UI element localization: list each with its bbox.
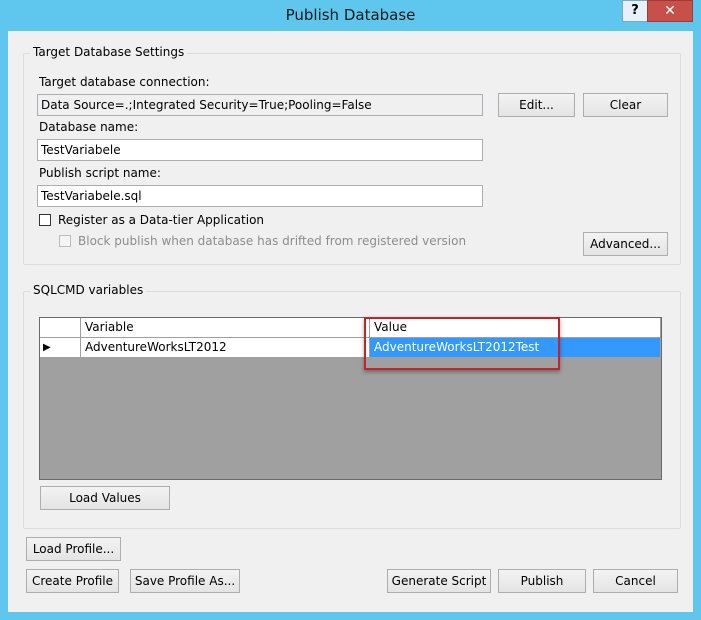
- cancel-button[interactable]: Cancel: [593, 569, 678, 593]
- grid-corner-header: [40, 318, 81, 338]
- close-button[interactable]: ✕: [647, 0, 693, 22]
- save-profile-as-button[interactable]: Save Profile As...: [130, 569, 240, 593]
- help-button[interactable]: ?: [622, 0, 648, 22]
- load-profile-button[interactable]: Load Profile...: [26, 537, 121, 561]
- row-selector[interactable]: ▶: [40, 338, 81, 358]
- connection-label: Target database connection:: [39, 75, 210, 89]
- register-checkbox[interactable]: [39, 214, 51, 226]
- block-publish-checkbox: [59, 235, 71, 247]
- block-publish-label: Block publish when database has drifted …: [78, 234, 467, 248]
- target-settings-title: Target Database Settings: [30, 45, 188, 59]
- create-profile-button[interactable]: Create Profile: [26, 569, 119, 593]
- variable-cell[interactable]: AdventureWorksLT2012: [81, 338, 370, 358]
- advanced-button[interactable]: Advanced...: [583, 232, 668, 256]
- db-name-input[interactable]: TestVariabele: [37, 139, 483, 161]
- clear-button[interactable]: Clear: [583, 93, 668, 117]
- load-values-button[interactable]: Load Values: [40, 486, 170, 510]
- register-label: Register as a Data-tier Application: [58, 213, 265, 227]
- db-name-label: Database name:: [39, 120, 139, 134]
- window-title: Publish Database: [285, 6, 416, 24]
- title-bar[interactable]: Publish Database ? ✕: [0, 0, 701, 31]
- edit-button[interactable]: Edit...: [498, 93, 575, 117]
- connection-field[interactable]: Data Source=.;Integrated Security=True;P…: [37, 94, 483, 116]
- script-name-input[interactable]: TestVariabele.sql: [37, 185, 483, 207]
- sqlcmd-grid[interactable]: Variable Value ▶ AdventureWorksLT2012 Ad…: [39, 317, 662, 480]
- sqlcmd-title: SQLCMD variables: [30, 283, 147, 297]
- grid-header-variable[interactable]: Variable: [81, 318, 370, 338]
- dialog-client-area: Target Database Settings Target database…: [8, 31, 693, 612]
- generate-script-button[interactable]: Generate Script: [387, 569, 491, 593]
- publish-button[interactable]: Publish: [498, 569, 586, 593]
- highlight-annotation: [364, 317, 560, 370]
- publish-database-window: Publish Database ? ✕ Target Database Set…: [0, 0, 701, 620]
- script-name-label: Publish script name:: [39, 166, 161, 180]
- current-row-icon: ▶: [43, 342, 51, 353]
